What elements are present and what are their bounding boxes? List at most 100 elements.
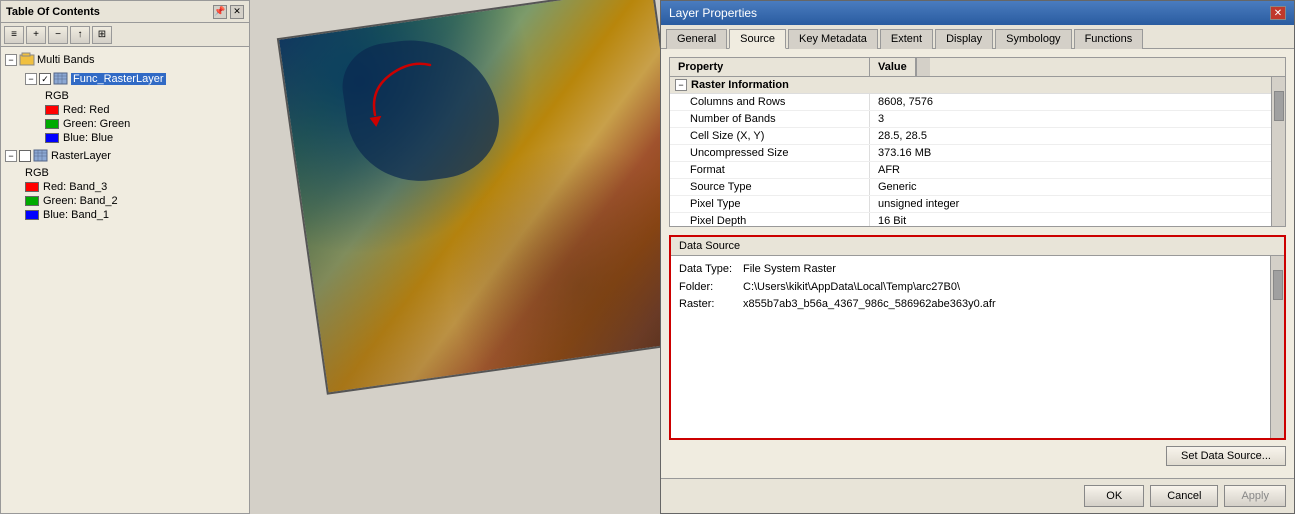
dialog-title: Layer Properties [669, 6, 757, 20]
cancel-button[interactable]: Cancel [1150, 485, 1218, 507]
section-collapse-icon[interactable]: − [675, 79, 687, 91]
toc-expand-raster[interactable]: − [5, 150, 17, 162]
prop-key-colrows: Columns and Rows [670, 94, 870, 110]
toc-band-green1: Green: Green [45, 117, 245, 131]
toc-expand-func[interactable]: − [25, 73, 37, 85]
set-data-source-button[interactable]: Set Data Source... [1166, 446, 1286, 466]
toc-list-icon[interactable]: ≡ [4, 26, 24, 44]
apply-button[interactable]: Apply [1224, 485, 1286, 507]
toc-expand-multibands[interactable]: − [5, 54, 17, 66]
ds-line-datatype: Data Type: File System Raster [679, 261, 1276, 279]
dialog-titlebar: Layer Properties ✕ [661, 1, 1294, 25]
toc-titlebar-icons: 📌 ✕ [213, 5, 244, 19]
data-source-content: Data Type: File System Raster Folder: C:… [671, 256, 1284, 438]
prop-row-pixeltype: Pixel Type unsigned integer [670, 196, 1271, 213]
tab-general[interactable]: General [666, 29, 727, 49]
prop-key-sourcetype: Source Type [670, 179, 870, 195]
band-green2-label: Green: Band_2 [43, 195, 118, 207]
set-datasource-row: Set Data Source... [669, 440, 1286, 470]
toc-group-name-multibands: Multi Bands [37, 54, 94, 66]
prop-val-size: 373.16 MB [870, 145, 1271, 161]
table-scrollbar-thumb[interactable] [1274, 91, 1284, 121]
toc-func-layer-name[interactable]: Func_RasterLayer [71, 73, 166, 85]
band-green-label: Green: Green [63, 118, 130, 130]
ok-button[interactable]: OK [1084, 485, 1144, 507]
band-red2-label: Red: Band_3 [43, 181, 107, 193]
raster-info-section: − Raster Information [670, 77, 1271, 94]
prop-key-size: Uncompressed Size [670, 145, 870, 161]
ds-line-raster: Raster: x855b7ab3_b56a_4367_986c_586962a… [679, 296, 1276, 314]
raster-placeholder [277, 0, 703, 395]
ds-folder-val: C:\Users\kikit\AppData\Local\Temp\arc27B… [743, 279, 960, 297]
prop-val-colrows: 8608, 7576 [870, 94, 1271, 110]
toc-remove-icon[interactable]: − [48, 26, 68, 44]
prop-row-sourcetype: Source Type Generic [670, 179, 1271, 196]
toc-func-checkbox[interactable] [39, 73, 51, 85]
tab-extent[interactable]: Extent [880, 29, 933, 49]
toc-add-icon[interactable]: + [26, 26, 46, 44]
band-red-swatch [45, 105, 59, 115]
prop-val-pixeltype: unsigned integer [870, 196, 1271, 212]
table-header: Property Value [670, 58, 1285, 77]
toc-group-rasterlayer: − RasterLayer RGB Red: Band_3 [5, 147, 245, 222]
prop-key-pixeltype: Pixel Type [670, 196, 870, 212]
prop-row-bands: Number of Bands 3 [670, 111, 1271, 128]
toc-up-icon[interactable]: ↑ [70, 26, 90, 44]
prop-val-format: AFR [870, 162, 1271, 178]
toc-group-multibands: − Multi Bands − [5, 51, 245, 145]
toc-grid-icon[interactable]: ⊞ [92, 26, 112, 44]
toc-band-green2: Green: Band_2 [25, 194, 245, 208]
prop-row-pixeldepth: Pixel Depth 16 Bit [670, 213, 1271, 226]
toc-pin-icon[interactable]: 📌 [213, 5, 227, 19]
annotation-arrow [350, 55, 450, 135]
prop-row-cellsize: Cell Size (X, Y) 28.5, 28.5 [670, 128, 1271, 145]
band-blue-label: Blue: Blue [63, 132, 113, 144]
data-source-section: Data Source Data Type: File System Raste… [669, 235, 1286, 440]
band-green-swatch [45, 119, 59, 129]
toc-raster-sub: RGB Red: Band_3 Green: Band_2 Blue: Band… [5, 166, 245, 222]
datasource-scrollbar-thumb[interactable] [1273, 270, 1283, 300]
tab-symbology[interactable]: Symbology [995, 29, 1071, 49]
col-property-header: Property [670, 58, 870, 76]
prop-val-sourcetype: Generic [870, 179, 1271, 195]
datasource-scrollbar[interactable] [1270, 256, 1284, 438]
toc-group-header-multibands[interactable]: − Multi Bands [5, 51, 245, 69]
ds-datatype-key: Data Type: [679, 261, 739, 279]
band-blue2-label: Blue: Band_1 [43, 209, 109, 221]
toc-band-red2: Red: Band_3 [25, 180, 245, 194]
dialog-close-button[interactable]: ✕ [1270, 6, 1286, 20]
raster-layer-icon [53, 71, 69, 87]
ds-raster-val: x855b7ab3_b56a_4367_986c_586962abe363y0.… [743, 296, 996, 314]
col-value-header: Value [870, 58, 916, 76]
tab-display[interactable]: Display [935, 29, 993, 49]
table-scrollbar[interactable] [1271, 77, 1285, 226]
band-red2-swatch [25, 182, 39, 192]
toc-band-red1: Red: Red [45, 103, 245, 117]
band-blue-swatch [45, 133, 59, 143]
prop-val-bands: 3 [870, 111, 1271, 127]
tab-functions[interactable]: Functions [1074, 29, 1144, 49]
raster-info-title: Raster Information [691, 79, 789, 91]
band-green2-swatch [25, 196, 39, 206]
toc-close-icon[interactable]: ✕ [230, 5, 244, 19]
properties-table: Property Value − Raster Information Colu… [669, 57, 1286, 227]
toc-sub-multibands: − Func_RasterLayer RGB [5, 70, 245, 145]
toc-raster-group-checkbox[interactable] [19, 150, 31, 162]
toc-title: Table Of Contents [6, 6, 100, 18]
prop-val-cellsize: 28.5, 28.5 [870, 128, 1271, 144]
tab-source[interactable]: Source [729, 29, 786, 49]
layer-properties-dialog: Layer Properties ✕ General Source Key Me… [660, 0, 1295, 514]
toc-layer-func-raster: − Func_RasterLayer RGB [25, 70, 245, 145]
toc-raster-layer-name[interactable]: RasterLayer [51, 150, 111, 162]
prop-val-pixeldepth: 16 Bit [870, 213, 1271, 226]
toc-group-header-raster[interactable]: − RasterLayer [5, 147, 245, 165]
band-red-label: Red: Red [63, 104, 109, 116]
prop-row-format: Format AFR [670, 162, 1271, 179]
toc-func-sub: RGB Red: Red Green: Green Blue: Blue [25, 89, 245, 145]
toc-toolbar: ≡ + − ↑ ⊞ [1, 23, 249, 47]
toc-band-blue1: Blue: Blue [45, 131, 245, 145]
toc-panel: Table Of Contents 📌 ✕ ≡ + − ↑ ⊞ − Multi … [0, 0, 250, 514]
toc-band-blue2: Blue: Band_1 [25, 208, 245, 222]
toc-func-header[interactable]: − Func_RasterLayer [25, 70, 245, 88]
tab-key-metadata[interactable]: Key Metadata [788, 29, 878, 49]
